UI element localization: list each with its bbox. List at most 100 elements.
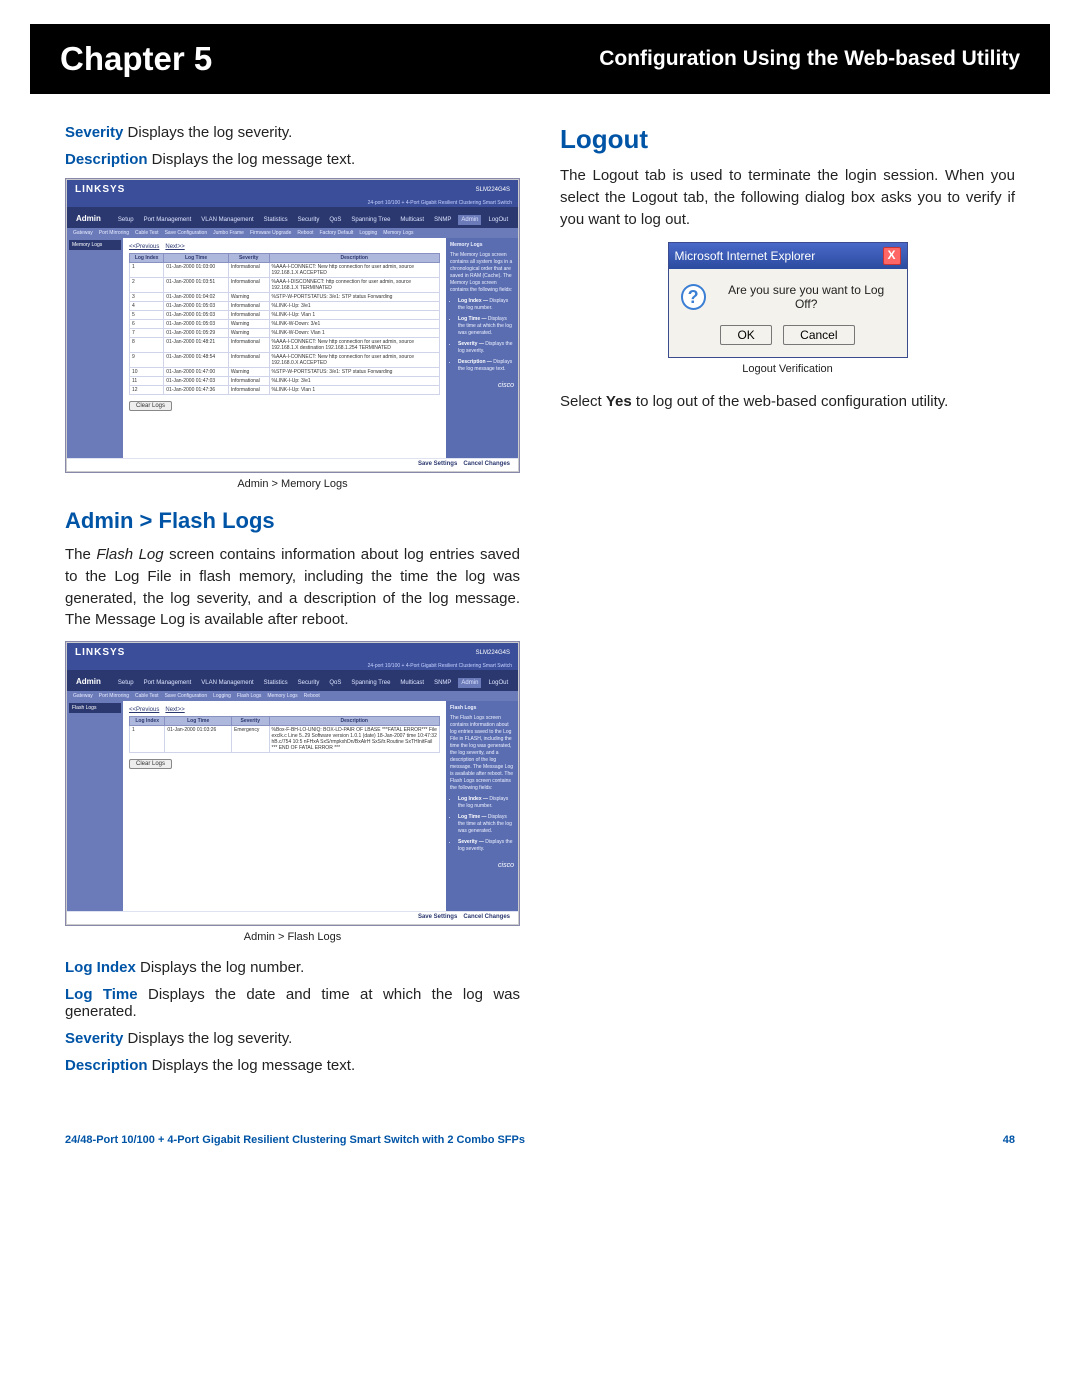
table-header: Description <box>269 254 440 263</box>
chapter-number: Chapter 5 <box>60 40 212 78</box>
table-cell: 01-Jan-2000 01:47:00 <box>164 368 229 377</box>
sub-tabs: Gateway Port Mirroring Cable Test Save Conf… <box>67 691 518 701</box>
section-label: Admin <box>73 675 111 688</box>
table-row: 101-Jan-2000 01:03:00Informational%AAA-I… <box>130 263 440 278</box>
table-cell: 01-Jan-2000 01:05:03 <box>164 311 229 320</box>
subtab-item[interactable]: Logging <box>213 693 231 699</box>
table-cell: 2 <box>130 278 164 293</box>
tab-qos[interactable]: QoS <box>326 678 344 688</box>
subtab-item[interactable]: Logging <box>359 230 377 236</box>
tab-multicast[interactable]: Multicast <box>397 678 427 688</box>
cancel-changes-button[interactable]: Cancel Changes <box>463 914 510 920</box>
tab-spanning-tree[interactable]: Spanning Tree <box>348 678 393 688</box>
model-label: SLM224G4S <box>476 650 510 656</box>
subtab-item[interactable]: Jumbo Frame <box>213 230 244 236</box>
cisco-logo: cisco <box>450 381 514 391</box>
subtab-item[interactable]: Port Mirroring <box>99 230 129 236</box>
tab-vlan-management[interactable]: VLAN Management <box>198 215 256 225</box>
table-cell: %LINK-I-Up: 3/e1 <box>269 302 440 311</box>
tab-snmp[interactable]: SNMP <box>431 678 454 688</box>
subtab-item[interactable]: Firmware Upgrade <box>250 230 291 236</box>
help-text: The Memory Logs screen contains all syst… <box>450 252 514 294</box>
table-cell: 6 <box>130 320 164 329</box>
table-cell: 11 <box>130 377 164 386</box>
tab-setup[interactable]: Setup <box>115 678 137 688</box>
subtab-item[interactable]: Save Configuration <box>165 230 208 236</box>
tab-admin[interactable]: Admin <box>458 678 481 688</box>
subtab-item[interactable]: Flash Logs <box>237 693 261 699</box>
subtab-item[interactable]: Gateway <box>73 693 93 699</box>
main-tabs: Admin Setup Port ManagementVLAN Management… <box>67 207 518 228</box>
tab-qos[interactable]: QoS <box>326 215 344 225</box>
save-settings-button[interactable]: Save Settings <box>418 461 457 467</box>
table-cell: Informational <box>228 302 269 311</box>
tab-setup[interactable]: Setup <box>115 215 137 225</box>
cancel-changes-button[interactable]: Cancel Changes <box>463 461 510 467</box>
clear-logs-button[interactable]: Clear Logs <box>129 401 172 411</box>
definition-term: Severity <box>65 1030 123 1047</box>
definition-line: Log Index Displays the log number. <box>65 959 520 976</box>
subtab-item[interactable]: Gateway <box>73 230 93 236</box>
chapter-title: Configuration Using the Web-based Utilit… <box>599 47 1020 71</box>
sub-tabs: Gateway Port Mirroring Cable Test Save Conf… <box>67 228 518 238</box>
table-cell: Informational <box>228 386 269 395</box>
subtab-item[interactable]: Reboot <box>297 230 313 236</box>
next-link[interactable]: Next>> <box>165 244 184 250</box>
tab-multicast[interactable]: Multicast <box>397 215 427 225</box>
table-row: 901-Jan-2000 01:48:54Informational%AAA-I… <box>130 353 440 368</box>
tab-security[interactable]: Security <box>295 215 323 225</box>
ok-button[interactable]: OK <box>720 325 771 345</box>
definition-line: Description Displays the log message tex… <box>65 151 520 168</box>
subtab-item[interactable]: Reboot <box>304 693 320 699</box>
tab-logout[interactable]: LogOut <box>485 215 511 225</box>
dialog-buttons: OK Cancel <box>681 325 895 345</box>
tab-port-management[interactable]: Port Management <box>141 678 195 688</box>
prev-link[interactable]: <<Previous <box>129 244 159 250</box>
tab-snmp[interactable]: SNMP <box>431 215 454 225</box>
cancel-button[interactable]: Cancel <box>783 325 854 345</box>
tab-vlan-management[interactable]: VLAN Management <box>198 678 256 688</box>
tab-logout[interactable]: LogOut <box>485 678 511 688</box>
subtab-item[interactable]: Cable Test <box>135 230 159 236</box>
help-panel: Flash LogsThe Flash Logs screen contains… <box>446 701 518 911</box>
subtab-item[interactable]: Memory Logs <box>267 693 297 699</box>
brand-logo: LINKSYS <box>75 647 125 658</box>
tab-port-management[interactable]: Port Management <box>141 215 195 225</box>
subtab-item[interactable]: Factory Default <box>319 230 353 236</box>
left-nav-item[interactable]: Flash Logs <box>69 703 121 713</box>
subtab-item[interactable]: Save Configuration <box>165 693 208 699</box>
product-label: 24-port 10/100 + 4-Port Gigabit Resilien… <box>67 662 518 670</box>
prev-link[interactable]: <<Previous <box>129 707 159 713</box>
help-panel: Memory LogsThe Memory Logs screen contai… <box>446 238 518 458</box>
tab-admin[interactable]: Admin <box>458 215 481 225</box>
question-icon: ? <box>681 284 706 310</box>
save-settings-button[interactable]: Save Settings <box>418 914 457 920</box>
next-link[interactable]: Next>> <box>165 707 184 713</box>
brand-bar: LINKSYSSLM224G4S <box>67 180 518 199</box>
table-header: Severity <box>232 717 269 726</box>
table-cell: 01-Jan-2000 01:05:03 <box>164 320 229 329</box>
table-cell: 01-Jan-2000 01:03:00 <box>164 263 229 278</box>
table-cell: %STP-W-PORTSTATUS: 3/e1: STP status Forw… <box>269 293 440 302</box>
subtab-item[interactable]: Memory Logs <box>383 230 413 236</box>
table-cell: 01-Jan-2000 01:05:03 <box>164 302 229 311</box>
table-cell: Informational <box>228 353 269 368</box>
clear-logs-button[interactable]: Clear Logs <box>129 759 172 769</box>
tab-spanning-tree[interactable]: Spanning Tree <box>348 215 393 225</box>
table-header: Log Index <box>130 254 164 263</box>
table-row: 401-Jan-2000 01:05:03Informational%LINK-… <box>130 302 440 311</box>
close-icon[interactable]: X <box>883 247 901 265</box>
table-cell: 9 <box>130 353 164 368</box>
tab-statistics[interactable]: Statistics <box>261 215 291 225</box>
subtab-item[interactable]: Port Mirroring <box>99 693 129 699</box>
table-header: Description <box>269 717 440 726</box>
subtab-item[interactable]: Cable Test <box>135 693 159 699</box>
table-row: 301-Jan-2000 01:04:02Warning%STP-W-PORTS… <box>130 293 440 302</box>
tab-statistics[interactable]: Statistics <box>261 678 291 688</box>
left-nav-item[interactable]: Memory Logs <box>69 240 121 250</box>
table-row: 201-Jan-2000 01:03:51Informational%AAA-I… <box>130 278 440 293</box>
table-cell: Warning <box>228 329 269 338</box>
table-header: Log Index <box>130 717 165 726</box>
tab-security[interactable]: Security <box>295 678 323 688</box>
definition-term: Log Index <box>65 959 136 976</box>
